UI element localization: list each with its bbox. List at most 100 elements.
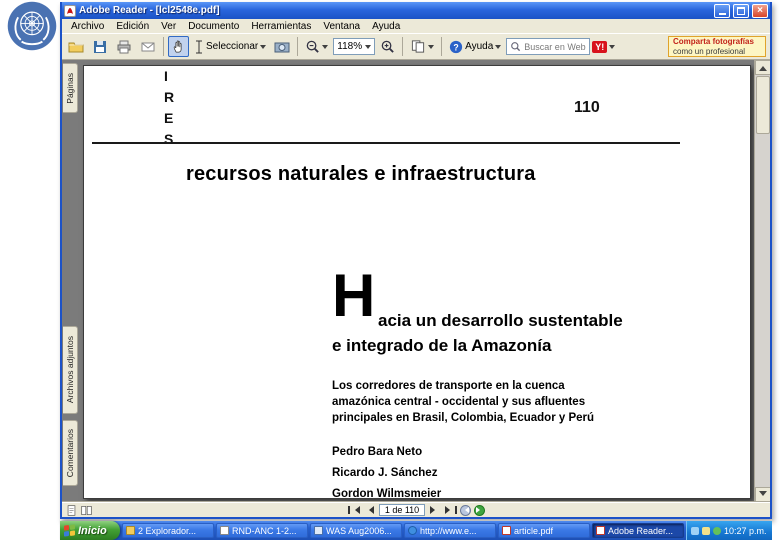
help-icon: ?	[449, 40, 463, 53]
sidebar-tab-pages-label: Páginas	[65, 72, 75, 104]
sidebar-tab-attachments[interactable]: Archivos adjuntos	[63, 326, 78, 414]
taskbar-button-internet-explorer[interactable]: http://www.e...	[404, 523, 496, 538]
menu-herramientas[interactable]: Herramientas	[245, 20, 317, 33]
next-view-button[interactable]	[474, 504, 485, 516]
title-bar[interactable]: Adobe Reader - [lcl2548e.pdf] ×	[62, 2, 770, 19]
taskbar-button-adobe-reader[interactable]: Adobe Reader...	[592, 523, 684, 538]
next-page-button[interactable]	[428, 504, 441, 516]
network-icon[interactable]	[691, 526, 699, 535]
taskbar-buttons: 2 Explorador... RND-ANC 1-2... WAS Aug20…	[120, 521, 686, 540]
menu-documento[interactable]: Documento	[182, 20, 245, 33]
first-page-button[interactable]	[347, 504, 360, 516]
authors-list: Pedro Bara Neto Ricardo J. Sánchez Gordo…	[332, 446, 441, 502]
previous-page-button[interactable]	[363, 504, 376, 516]
select-tool-button[interactable]: Seleccionar	[191, 36, 269, 57]
taskbar: Inicio 2 Explorador... RND-ANC 1-2... WA…	[60, 521, 772, 540]
pdf-page: I R E S 110 recursos naturales e infraes…	[83, 65, 751, 502]
taskbar-button-label: Adobe Reader...	[608, 525, 674, 536]
adobe-reader-icon	[596, 526, 605, 535]
sidebar-tab-comments[interactable]: Comentarios	[63, 420, 78, 486]
taskbar-clock[interactable]: 10:27 p.m.	[724, 526, 767, 536]
status-bar: 1 de 110	[62, 502, 770, 517]
open-button[interactable]	[65, 36, 87, 57]
menu-archivo[interactable]: Archivo	[65, 20, 110, 33]
menu-bar: Archivo Edición Ver Documento Herramient…	[62, 19, 770, 34]
search-icon	[511, 42, 521, 52]
close-button[interactable]: ×	[752, 3, 768, 18]
series-vertical-label: I R E S	[164, 69, 174, 146]
last-page-button[interactable]	[444, 504, 457, 516]
un-logo	[7, 1, 57, 51]
adobe-reader-window: Adobe Reader - [lcl2548e.pdf] × Archivo …	[60, 2, 772, 519]
web-search-input[interactable]: Buscar en Web	[506, 38, 591, 55]
hand-tool-button[interactable]	[168, 36, 189, 57]
vertical-scrollbar[interactable]	[754, 60, 770, 502]
chevron-down-icon	[609, 45, 616, 52]
taskbar-button-explorer-group[interactable]: 2 Explorador...	[122, 523, 214, 538]
scroll-down-button[interactable]	[755, 487, 770, 502]
page-indicator[interactable]: 1 de 110	[379, 504, 425, 516]
help-label: Ayuda	[465, 41, 494, 52]
header-rule	[92, 142, 680, 144]
first-page-icon	[351, 506, 360, 514]
series-letter: R	[164, 89, 175, 105]
ad-line-1: Comparta fotografías	[673, 37, 754, 47]
minimize-icon	[718, 7, 726, 15]
menu-ventana[interactable]: Ventana	[317, 20, 366, 33]
page-layout-icon[interactable]	[81, 505, 92, 516]
close-icon: ×	[757, 4, 763, 16]
menu-ver[interactable]: Ver	[155, 20, 182, 33]
series-number: 110	[574, 99, 600, 116]
previous-page-icon	[365, 506, 374, 514]
menu-ayuda[interactable]: Ayuda	[366, 20, 406, 33]
sidebar-tab-comments-label: Comentarios	[65, 428, 75, 478]
snapshot-tool-button[interactable]	[271, 36, 293, 57]
series-letter: E	[164, 110, 174, 126]
scroll-up-button[interactable]	[755, 60, 770, 75]
help-button[interactable]: ? Ayuda	[446, 36, 504, 57]
print-button[interactable]	[113, 36, 135, 57]
taskbar-button-rnd-anc[interactable]: RND-ANC 1-2...	[216, 523, 308, 538]
pages-icon	[412, 40, 425, 53]
author-name: Gordon Wilmsmeier	[332, 488, 442, 500]
taskbar-button-was-aug2006[interactable]: WAS Aug2006...	[310, 523, 402, 538]
yahoo-ad-banner[interactable]: Comparta fotografías como un profesional	[668, 36, 766, 57]
scrollbar-thumb[interactable]	[756, 76, 770, 134]
document-icon	[220, 526, 229, 535]
security-icon[interactable]	[713, 526, 721, 535]
yahoo-icon[interactable]: Y!	[592, 40, 608, 53]
window-title: Adobe Reader - [lcl2548e.pdf]	[79, 5, 220, 16]
zoom-in-button[interactable]	[377, 36, 398, 57]
minimize-button[interactable]	[714, 3, 730, 18]
magnifier-minus-icon	[306, 40, 320, 53]
sidebar-tab-pages[interactable]: Páginas	[63, 63, 78, 113]
email-button[interactable]	[137, 36, 159, 57]
ibeam-icon	[196, 40, 202, 53]
chevron-down-icon	[322, 45, 329, 52]
menu-edicion[interactable]: Edición	[110, 20, 155, 33]
maximize-icon	[737, 6, 745, 15]
start-button[interactable]: Inicio	[60, 521, 120, 540]
page-size-icon[interactable]	[66, 504, 77, 516]
save-icon	[94, 40, 106, 53]
toolbar-separator	[297, 37, 299, 56]
doc-subtitle-line2: amazónica central - occidental y sus afl…	[332, 396, 586, 408]
zoom-level-select[interactable]: 118%	[333, 38, 376, 55]
doc-subtitle-line3: principales en Brasil, Colombia, Ecuador…	[332, 412, 595, 424]
author-name: Pedro Bara Neto	[332, 446, 423, 458]
taskbar-button-article-pdf[interactable]: article.pdf	[498, 523, 590, 538]
folder-icon	[126, 526, 135, 535]
series-title: recursos naturales e infraestructura	[186, 163, 536, 185]
zoom-out-button[interactable]	[302, 36, 331, 57]
volume-icon[interactable]	[702, 526, 710, 535]
scroll-up-icon	[759, 62, 767, 71]
page-display-button[interactable]	[407, 36, 437, 57]
ad-line-2: como un profesional	[673, 46, 746, 56]
previous-view-button[interactable]	[460, 504, 471, 516]
maximize-button[interactable]	[733, 3, 749, 18]
internet-explorer-icon	[408, 526, 417, 535]
save-button[interactable]	[89, 36, 111, 57]
next-page-icon	[430, 506, 439, 514]
last-page-icon	[454, 506, 457, 514]
taskbar-button-label: RND-ANC 1-2...	[232, 525, 297, 536]
